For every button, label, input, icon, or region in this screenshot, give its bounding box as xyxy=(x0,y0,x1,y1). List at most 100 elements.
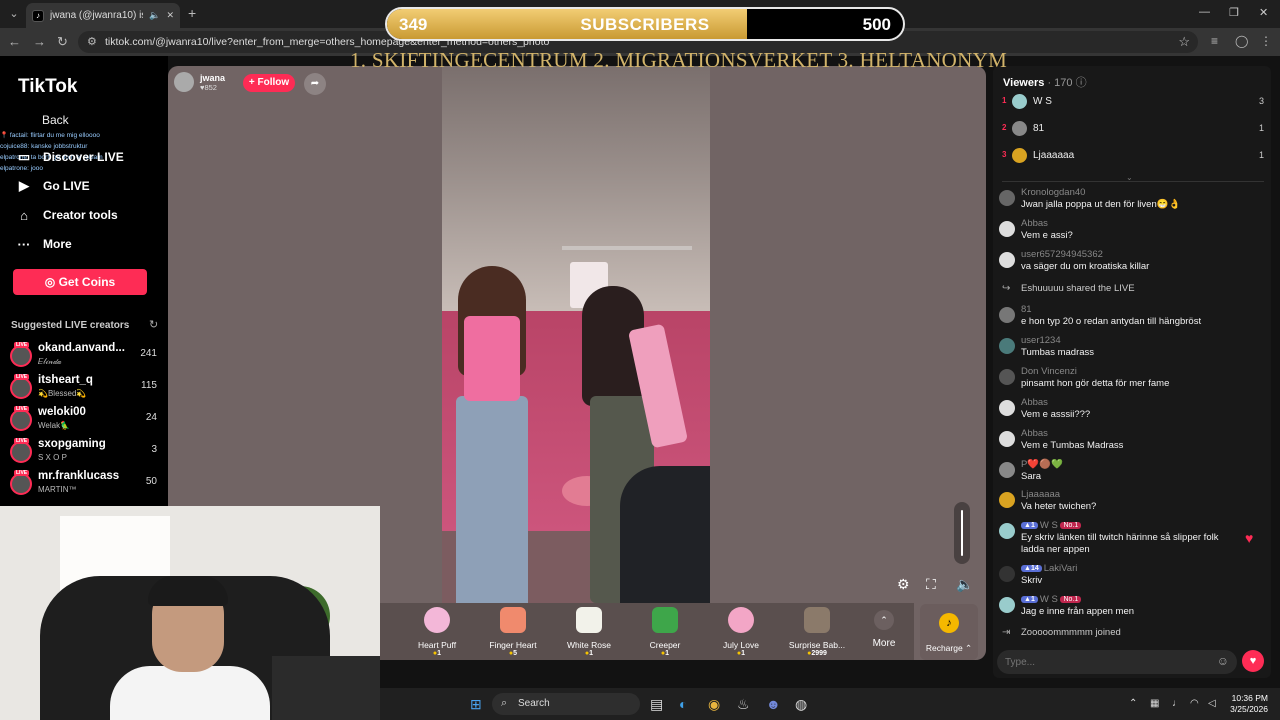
tab-search-button[interactable]: ⌄ xyxy=(5,5,23,23)
network-icon[interactable]: ▦ xyxy=(1150,698,1159,709)
creator-name: sxopgaming xyxy=(38,438,106,450)
top-viewer[interactable]: 3 Ljaaaaaa 1 xyxy=(1000,147,1268,165)
refresh-icon[interactable]: ↻ xyxy=(149,318,158,331)
close-tab-icon[interactable]: ✕ xyxy=(166,10,174,21)
info-icon[interactable]: ⓘ xyxy=(1076,77,1087,89)
chat-username[interactable]: Abbas xyxy=(1021,397,1048,408)
chat-username[interactable]: Kronologdan40 xyxy=(1021,187,1085,198)
recharge-button[interactable]: ♪ Recharge ⌃ xyxy=(920,604,978,660)
browser-tab[interactable]: ♪ jwana (@jwanra10) is LIVE 🔈 ✕ xyxy=(26,3,180,28)
chat-username[interactable]: 81 xyxy=(1021,304,1032,315)
avatar xyxy=(999,431,1015,447)
steam-icon[interactable]: ♨ xyxy=(737,696,750,713)
surprise-baby-icon xyxy=(804,607,830,633)
share-icon: ↪ xyxy=(1002,283,1011,294)
back-arrow-icon[interactable]: ← xyxy=(8,34,21,49)
chat-username[interactable]: Abbas xyxy=(1021,218,1048,229)
menu-dots-icon[interactable]: ⋮ xyxy=(1260,34,1272,48)
chat-username[interactable]: Abbas xyxy=(1021,428,1048,439)
nav-more[interactable]: ··· More xyxy=(16,234,72,254)
gift-heart-puff[interactable]: Heart Puff ●1 xyxy=(401,605,473,657)
speaker-icon[interactable]: 🔈 xyxy=(149,10,160,21)
suggested-creator[interactable]: LIVE sxopgaming S X O P 3 xyxy=(8,438,163,466)
share-icon[interactable]: ➦ xyxy=(304,73,326,95)
streamer-avatar[interactable] xyxy=(174,72,194,92)
gift-july-love[interactable]: July Love ●1 xyxy=(705,605,777,657)
avatar xyxy=(10,473,32,495)
bookmark-star-icon[interactable]: ☆ xyxy=(1178,34,1190,50)
suggested-creator[interactable]: LIVE weloki00 Welak🦜 24 xyxy=(8,406,163,434)
tray-chevron-icon[interactable]: ⌃ xyxy=(1129,698,1137,709)
speaker-icon[interactable]: ◁ xyxy=(1208,698,1216,709)
nav-discover-live[interactable]: ▭ Discover LIVE xyxy=(16,147,124,167)
viewers-header[interactable]: Viewers · 170 ⓘ xyxy=(1003,74,1087,90)
like-heart-button[interactable]: ♥ xyxy=(1242,650,1264,672)
site-info-icon[interactable]: ⚙ xyxy=(87,35,97,48)
rank-badge: No.1 xyxy=(1060,522,1082,529)
live-video[interactable] xyxy=(442,66,710,603)
gift-white-rose[interactable]: White Rose ●1 xyxy=(553,605,625,657)
level-badge: ▲1 xyxy=(1021,596,1038,603)
ranking-ticker: 1. SKIFTINGECENTRUM 2. MIGRATIONSVERKET … xyxy=(350,48,1008,72)
discord-icon[interactable]: ☻ xyxy=(766,696,781,712)
chat-username[interactable]: ▲1 W S No.1 xyxy=(1021,520,1083,531)
streamer-beanie xyxy=(148,576,228,606)
level-badge: ▲1 xyxy=(1021,522,1038,529)
volume-icon[interactable]: 🔈 xyxy=(956,576,973,593)
tiktok-logo[interactable]: TikTok xyxy=(18,76,77,98)
volume-slider[interactable] xyxy=(954,502,970,564)
chat-username[interactable]: ▲14 LakiVari xyxy=(1021,563,1077,574)
file-explorer-icon[interactable]: ▤ xyxy=(650,696,663,713)
gift-creeper[interactable]: Creeper ●1 xyxy=(629,605,701,657)
taskbar-search[interactable]: ⌕ Search xyxy=(492,693,640,715)
viewers-count: · 170 xyxy=(1047,77,1073,89)
top-viewer[interactable]: 1 W S 3 xyxy=(1000,93,1268,111)
suggested-creator[interactable]: LIVE itsheart_q 💫Blessed💫 115 xyxy=(8,374,163,402)
wifi-icon[interactable]: ◠ xyxy=(1190,698,1199,709)
forward-arrow-icon[interactable]: → xyxy=(33,34,46,49)
nav-creator-tools[interactable]: ⌂ Creator tools xyxy=(16,205,118,225)
streamer-info[interactable]: jwana ♥852 xyxy=(174,72,225,92)
more-gifts-button[interactable]: ⌃ More xyxy=(862,608,906,649)
taskbar-clock[interactable]: 10:36 PM 3/25/2026 xyxy=(1228,693,1268,715)
nav-go-live[interactable]: ▶ Go LIVE xyxy=(16,176,90,196)
windows-start-icon[interactable]: ⊞ xyxy=(470,696,482,713)
settings-icon[interactable]: ⚙ xyxy=(897,576,910,593)
back-link[interactable]: Back xyxy=(42,113,69,127)
chat-username[interactable]: P❤️🟤💚 xyxy=(1021,459,1063,470)
media-controls-icon[interactable]: ≡ xyxy=(1211,34,1218,48)
obs-icon[interactable]: ◍ xyxy=(795,696,807,713)
new-tab-button[interactable]: + xyxy=(188,5,196,21)
suggested-creator[interactable]: LIVE okand.anvand... 𝐸𝓁𝒾𝓃𝒹𝒶 241 xyxy=(8,342,163,370)
chat-text: va säger du om kroatiska killar xyxy=(1021,261,1150,272)
edge-icon[interactable]: ◐ xyxy=(679,696,687,712)
chat-text: Sara xyxy=(1021,471,1042,482)
creator-subtitle: MARTIN™ xyxy=(38,485,77,494)
get-coins-button[interactable]: ◎ Get Coins xyxy=(13,269,147,295)
chat-username[interactable]: ▲1 W S No.1 xyxy=(1021,594,1083,605)
chrome-icon[interactable]: ◉ xyxy=(708,696,720,713)
suggested-creator[interactable]: LIVE mr.franklucass MARTIN™ 50 xyxy=(8,470,163,498)
follow-button[interactable]: + Follow xyxy=(243,74,295,92)
streamer-name[interactable]: jwana xyxy=(200,73,225,83)
chat-input-box[interactable]: ☺ xyxy=(997,650,1237,674)
microphone-icon[interactable]: ♩ xyxy=(1172,698,1182,709)
viewer-name: Ljaaaaaa xyxy=(1033,150,1075,161)
creator-name: itsheart_q xyxy=(38,374,93,386)
fullscreen-icon[interactable]: ⛶ xyxy=(926,576,936,593)
maximize-icon[interactable]: ❐ xyxy=(1229,6,1239,19)
gift-surprise-baby[interactable]: Surprise Bab... ●2999 xyxy=(781,605,853,657)
chat-username[interactable]: user657294945362 xyxy=(1021,249,1103,260)
chat-username[interactable]: user1234 xyxy=(1021,335,1061,346)
minimize-icon[interactable]: — xyxy=(1199,6,1210,18)
gift-finger-heart[interactable]: Finger Heart ●5 xyxy=(477,605,549,657)
top-viewer[interactable]: 2 81 1 xyxy=(1000,120,1268,138)
chat-username[interactable]: Don Vincenzi xyxy=(1021,366,1077,377)
chat-input[interactable] xyxy=(1005,654,1205,670)
profile-icon[interactable]: ◯ xyxy=(1235,34,1248,48)
reload-icon[interactable]: ↻ xyxy=(57,34,68,50)
nav-label: Discover LIVE xyxy=(43,150,124,164)
emoji-icon[interactable]: ☺ xyxy=(1217,654,1229,668)
chat-username[interactable]: Ljaaaaaa xyxy=(1021,489,1060,500)
close-window-icon[interactable]: ✕ xyxy=(1259,6,1268,19)
